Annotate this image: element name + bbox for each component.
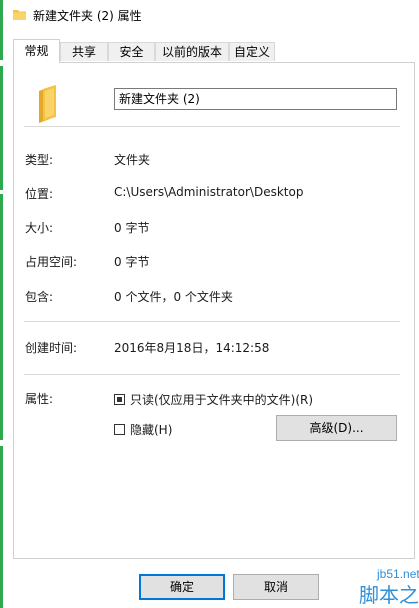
window-title: 新建文件夹 (2) 属性	[33, 9, 142, 23]
folder-name-input[interactable]: 新建文件夹 (2)	[114, 88, 397, 110]
created-value: 2016年8月18日，14:12:58	[114, 341, 270, 355]
location-value: C:\Users\Administrator\Desktop	[114, 185, 304, 199]
tab-customize[interactable]: 自定义	[229, 42, 275, 61]
tab-previous-versions[interactable]: 以前的版本	[155, 42, 229, 61]
type-value: 文件夹	[114, 153, 151, 167]
watermark-site: jb51.net	[376, 567, 419, 581]
readonly-checkbox[interactable]	[114, 394, 125, 405]
ok-button[interactable]: 确定	[139, 574, 225, 600]
divider	[24, 321, 400, 322]
readonly-label[interactable]: 只读(仅应用于文件夹中的文件)(R)	[130, 391, 313, 408]
created-label: 创建时间:	[25, 341, 78, 355]
size-label: 大小:	[25, 221, 54, 235]
contains-value: 0 个文件，0 个文件夹	[114, 290, 233, 304]
size-value: 0 字节	[114, 221, 150, 235]
large-folder-icon	[39, 85, 56, 123]
folder-icon	[13, 10, 26, 20]
tab-security[interactable]: 安全	[108, 42, 155, 61]
watermark-brand: 脚本之家	[359, 583, 419, 607]
general-tab-panel: 新建文件夹 (2) 类型: 文件夹 位置: C:\Users\Administr…	[13, 62, 415, 559]
contains-label: 包含:	[25, 290, 54, 304]
type-label: 类型:	[25, 153, 54, 167]
divider	[24, 374, 400, 375]
hidden-label[interactable]: 隐藏(H)	[130, 421, 172, 438]
advanced-button[interactable]: 高级(D)...	[276, 415, 397, 441]
disk-size-label: 占用空间:	[25, 255, 78, 269]
site-watermark: jb51.net 脚本之家	[354, 558, 419, 608]
attributes-label: 属性:	[25, 392, 54, 406]
divider	[24, 126, 400, 127]
title-bar: 新建文件夹 (2) 属性	[3, 0, 419, 30]
tab-sharing[interactable]: 共享	[60, 42, 108, 61]
tab-general[interactable]: 常规	[13, 39, 60, 63]
location-label: 位置:	[25, 187, 54, 201]
disk-size-value: 0 字节	[114, 255, 150, 269]
hidden-checkbox[interactable]	[114, 424, 125, 435]
properties-dialog: 新建文件夹 (2) 属性 常规 共享 安全 以前的版本 自定义 新建文件夹 (2…	[3, 0, 419, 608]
